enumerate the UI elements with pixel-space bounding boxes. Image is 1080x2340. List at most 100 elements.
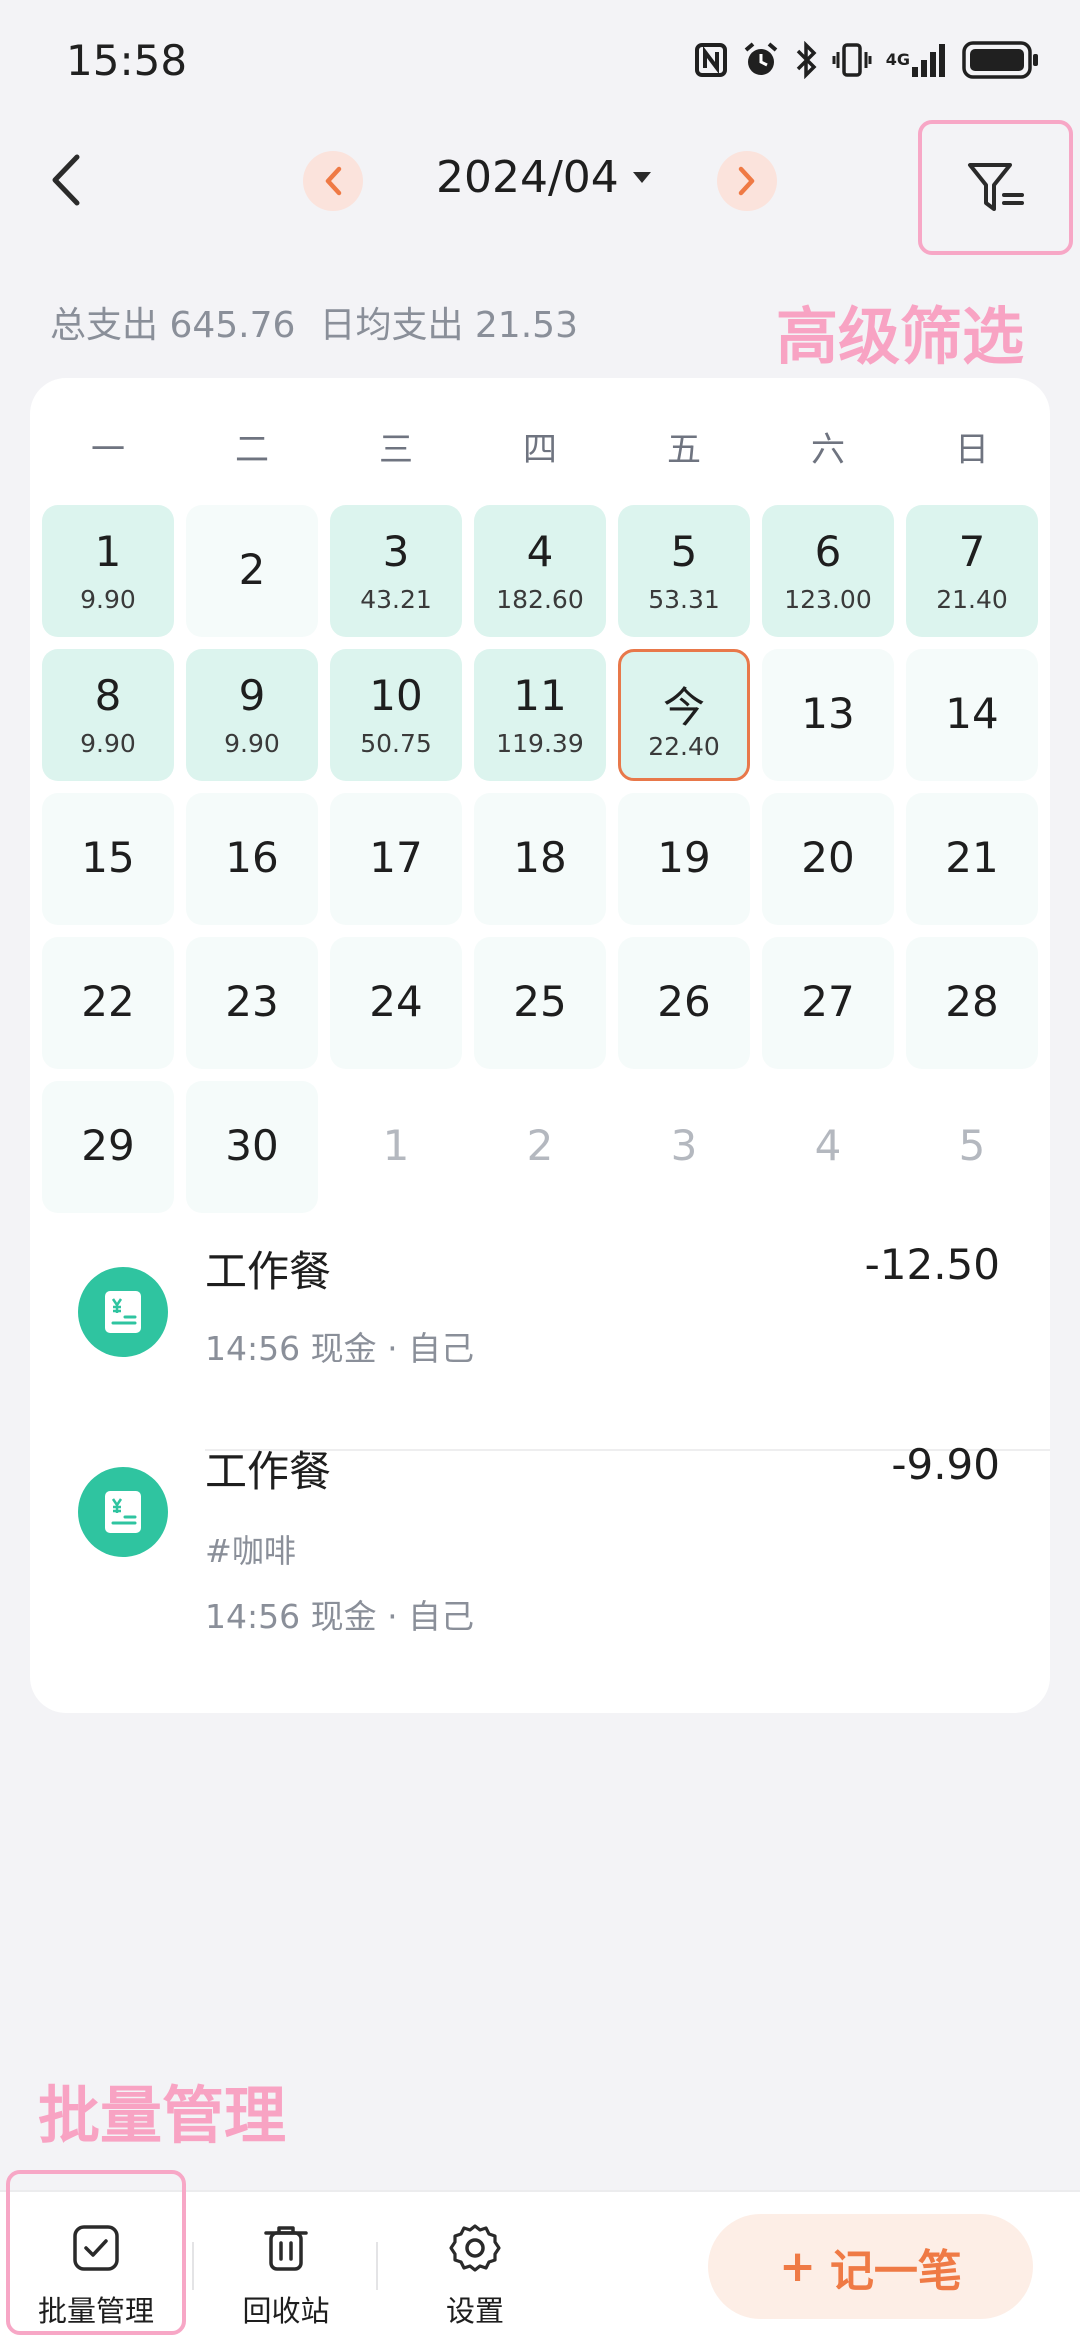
day-number: 23: [225, 977, 279, 1026]
day-number: 6: [814, 527, 842, 576]
vibrate-icon: [832, 40, 872, 80]
calendar-day[interactable]: 10 50.75: [330, 649, 462, 781]
day-number: 9: [238, 671, 266, 720]
day-number: 5: [670, 527, 698, 576]
calendar-day[interactable]: 29: [42, 1081, 174, 1213]
day-number: 22: [81, 977, 135, 1026]
transaction-item[interactable]: 工作餐 -12.50 14:56 现金 · 自己: [30, 1238, 1050, 1398]
calendar-day[interactable]: 27: [762, 937, 894, 1069]
total-expense-value: 645.76: [169, 305, 296, 346]
calendar-day[interactable]: 23: [186, 937, 318, 1069]
weekday-label: 一: [91, 430, 125, 470]
calendar-day[interactable]: 28: [906, 937, 1038, 1069]
alarm-icon: [742, 40, 780, 80]
day-number: 21: [945, 833, 999, 882]
next-month-button[interactable]: [717, 151, 777, 211]
prev-month-icon: [325, 166, 342, 196]
day-amount: 53.31: [648, 585, 720, 614]
month-navigator: 2024/04: [300, 146, 780, 216]
calendar-day[interactable]: 14: [906, 649, 1038, 781]
checkbox-icon: [70, 2222, 122, 2274]
calendar-day[interactable]: 8 9.90: [42, 649, 174, 781]
settings-button[interactable]: 设置: [385, 2192, 565, 2340]
divider: [192, 2242, 194, 2290]
calendar-day[interactable]: 22: [42, 937, 174, 1069]
day-amount: 43.21: [360, 585, 432, 614]
calendar-day[interactable]: 13: [762, 649, 894, 781]
day-number: 5: [958, 1121, 986, 1170]
day-number: 11: [513, 671, 567, 720]
calendar-day[interactable]: 4 182.60: [474, 505, 606, 637]
weekday-label: 三: [379, 430, 413, 470]
calendar-day[interactable]: 15: [42, 793, 174, 925]
transaction-tag: #咖啡: [205, 1532, 296, 1570]
calendar-day[interactable]: 24: [330, 937, 462, 1069]
transaction-amount: -12.50: [864, 1240, 1000, 1289]
day-number: 1: [382, 1121, 410, 1170]
bluetooth-icon: [794, 40, 818, 80]
daily-average-label: 日均支出: [319, 305, 464, 346]
calendar-day[interactable]: 21: [906, 793, 1038, 925]
day-number: 14: [945, 689, 999, 738]
weekday-label: 四: [523, 430, 557, 470]
total-expense-label: 总支出: [50, 305, 159, 346]
next-month-icon: [738, 166, 755, 196]
calendar-day[interactable]: 9 9.90: [186, 649, 318, 781]
calendar-day[interactable]: 30: [186, 1081, 318, 1213]
add-record-button[interactable]: + 记一笔: [708, 2214, 1033, 2319]
transaction-amount: -9.90: [891, 1440, 1000, 1489]
day-number: 2: [238, 545, 266, 594]
transaction-item[interactable]: 工作餐 -9.90 #咖啡 14:56 现金 · 自己: [30, 1438, 1050, 1658]
calendar-grid: 1 9.90 2 3 43.21 4 182.60 5 53.31 6 123.00 7 21.40 8 9…: [42, 505, 1038, 1213]
transaction-meta: 14:56 现金 · 自己: [205, 1329, 475, 1368]
weekday-label: 日: [955, 430, 989, 470]
day-number: 17: [369, 833, 423, 882]
batch-manage-button[interactable]: 批量管理: [6, 2170, 186, 2335]
calendar-day[interactable]: 19: [618, 793, 750, 925]
calendar-day[interactable]: 2: [186, 505, 318, 637]
day-amount: 182.60: [496, 585, 584, 614]
status-icons: 4G: [694, 40, 1040, 80]
calendar-day[interactable]: 20: [762, 793, 894, 925]
calendar-day[interactable]: 16: [186, 793, 318, 925]
calendar-day[interactable]: 25: [474, 937, 606, 1069]
day-amount: 50.75: [360, 729, 432, 758]
day-number: 7: [958, 527, 986, 576]
calendar-day[interactable]: 1 9.90: [42, 505, 174, 637]
calendar-day[interactable]: 17: [330, 793, 462, 925]
day-number: 27: [801, 977, 855, 1026]
monthly-summary: 总支出 645.76 日均支出 21.53: [50, 296, 578, 348]
calendar-day[interactable]: 7 21.40: [906, 505, 1038, 637]
batch-manage-label: 批量管理: [37, 2294, 154, 2328]
back-button[interactable]: [36, 145, 96, 215]
calendar-day-today[interactable]: 今 22.40: [618, 649, 750, 781]
calendar-day[interactable]: 5 53.31: [618, 505, 750, 637]
bottom-bar: 批量管理 回收站 设置 + 记一笔: [0, 2170, 1080, 2340]
annotation-batch-manage: 批量管理: [38, 2079, 287, 2152]
day-amount: 9.90: [80, 729, 136, 758]
daily-average-value: 21.53: [474, 305, 578, 346]
calendar-day[interactable]: 6 123.00: [762, 505, 894, 637]
calendar-day[interactable]: 26: [618, 937, 750, 1069]
calendar-day[interactable]: 18: [474, 793, 606, 925]
day-number: 29: [81, 1121, 135, 1170]
day-number: 4: [814, 1121, 842, 1170]
day-number: 3: [670, 1121, 698, 1170]
calendar-day: 4: [762, 1081, 894, 1213]
day-number: 20: [801, 833, 855, 882]
day-number: 15: [81, 833, 135, 882]
month-selector[interactable]: 2024/04: [436, 152, 651, 203]
recycle-bin-button[interactable]: 回收站: [196, 2192, 376, 2340]
calendar-day[interactable]: 11 119.39: [474, 649, 606, 781]
day-number: 28: [945, 977, 999, 1026]
transaction-meta: 14:56 现金 · 自己: [205, 1597, 475, 1636]
calendar-day: 5: [906, 1081, 1038, 1213]
total-expense: 总支出 645.76: [50, 296, 295, 348]
advanced-filter-button[interactable]: [918, 120, 1073, 255]
weekday-label: 二: [235, 430, 269, 470]
plus-icon: +: [779, 2241, 816, 2292]
transaction-title: 工作餐: [205, 1247, 332, 1296]
calendar-day[interactable]: 3 43.21: [330, 505, 462, 637]
prev-month-button[interactable]: [303, 151, 363, 211]
annotation-advanced-filter: 高级筛选: [776, 300, 1025, 373]
